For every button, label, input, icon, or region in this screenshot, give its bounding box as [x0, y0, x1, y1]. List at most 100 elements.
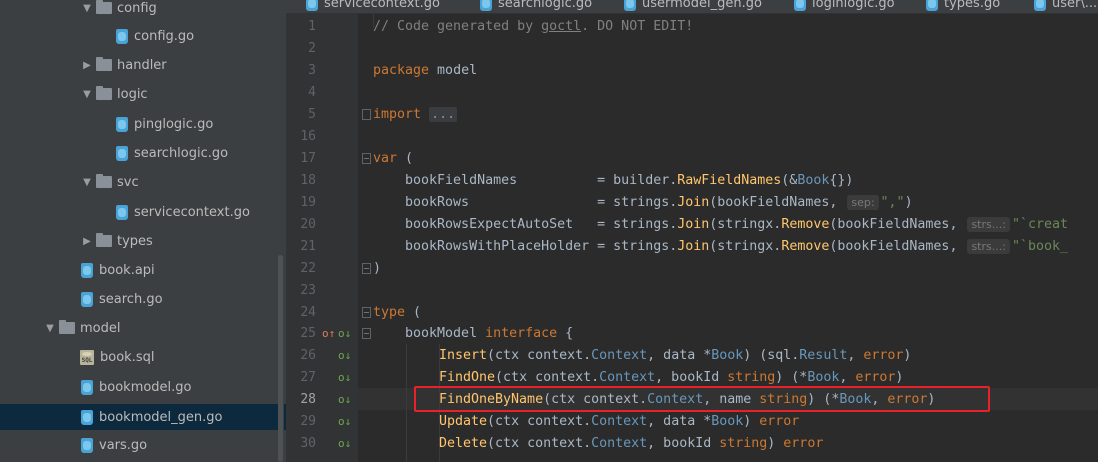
code-line-26[interactable]: Insert(ctx context.Context, data *Book) … — [439, 345, 911, 367]
go-file-icon — [306, 0, 318, 11]
code-line-24[interactable]: type ( — [373, 302, 421, 324]
tree-folder-handler[interactable]: ▶ handler — [0, 54, 286, 76]
line-number: 2 — [308, 41, 316, 56]
code-line-5[interactable]: import ... — [373, 104, 458, 126]
function-call: Remove — [781, 239, 830, 254]
parameter-hint: strs...: — [967, 216, 1010, 232]
tree-folder-config[interactable]: ▼ config — [0, 0, 286, 19]
function-call: Join — [677, 217, 710, 232]
code-line-28[interactable]: FindOneByName(ctx context.Context, name … — [439, 389, 935, 411]
chevron-down-icon[interactable]: ▼ — [43, 323, 57, 334]
code-line-17[interactable]: var ( — [373, 148, 413, 170]
type-ref: Book — [797, 173, 830, 188]
code-line-29[interactable]: Update(ctx context.Context, data *Book) … — [439, 411, 799, 433]
code-text: (ctx context. — [543, 392, 648, 407]
sql-file-icon: SQL — [80, 349, 94, 365]
code-line-25[interactable]: bookModel interface { — [373, 323, 573, 345]
code-line-27[interactable]: FindOne(ctx context.Context, bookId stri… — [439, 367, 903, 389]
tree-file-bookmodel-gen-go[interactable]: bookmodel_gen.go — [0, 404, 286, 430]
code-text: ) — [743, 414, 760, 429]
code-text: (ctx context. — [487, 414, 592, 429]
tree-folder-logic[interactable]: ▼ logic — [0, 83, 286, 105]
folded-imports[interactable]: ... — [429, 107, 458, 122]
code-text: (stringx. — [709, 239, 782, 254]
keyword: var — [373, 151, 398, 166]
implemented-down-icon[interactable]: o↓ — [338, 323, 351, 345]
code-text: bookRowsExpectAutoSet = — [373, 217, 614, 232]
go-file-icon — [1034, 0, 1046, 11]
code-text: (stringx. — [709, 217, 782, 232]
implemented-down-icon[interactable]: o↓ — [338, 345, 351, 367]
tree-file-vars-go[interactable]: vars.go — [0, 434, 286, 456]
tab-searchlogic-go[interactable]: searchlogic.go — [480, 0, 592, 13]
line-number: 30 — [300, 436, 316, 451]
tree-file-servicecontext-go[interactable]: servicecontext.go — [0, 201, 286, 223]
tab-label: types.go — [944, 0, 1001, 11]
tab-usermodel-gen-go[interactable]: usermodel_gen.go — [624, 0, 762, 13]
code-line-1[interactable]: // Code generated by goctl. DO NOT EDIT! — [373, 16, 693, 38]
line-number: 24 — [300, 305, 316, 320]
type-ref: Book — [807, 370, 840, 385]
code-line-21[interactable]: bookRowsWithPlaceHolder = strings.Join(s… — [373, 236, 1068, 258]
chevron-down-icon[interactable]: ▼ — [80, 89, 94, 100]
go-file-icon — [116, 204, 128, 220]
implemented-down-icon[interactable]: o↓ — [338, 433, 351, 455]
project-tree[interactable]: ▼ config config.go ▶ handler ▼ logic pin… — [0, 0, 286, 462]
tree-file-config-go[interactable]: config.go — [0, 25, 286, 47]
code-line-19[interactable]: bookRows = strings.Join(bookFieldNames, … — [373, 192, 913, 214]
tree-folder-model[interactable]: ▼ model — [0, 317, 286, 339]
chevron-right-icon[interactable]: ▶ — [80, 236, 94, 247]
package-ref: strings. — [613, 217, 678, 232]
folder-icon — [96, 86, 112, 100]
tree-folder-types[interactable]: ▶ types — [0, 230, 286, 252]
keyword: import — [373, 107, 422, 122]
keyword: package — [373, 63, 430, 78]
chevron-right-icon[interactable]: ▶ — [80, 60, 94, 71]
tree-file-book-api[interactable]: book.api — [0, 259, 286, 281]
implemented-down-icon[interactable]: o↓ — [338, 389, 351, 411]
go-file-icon — [81, 409, 93, 425]
go-file-icon — [624, 0, 636, 11]
code-editor[interactable]: servicecontext.go searchlogic.go usermod… — [286, 0, 1098, 462]
comment: // Code generated by — [373, 19, 542, 34]
code-line-22[interactable]: ) — [373, 258, 381, 280]
code-text: (ctx context. — [487, 348, 592, 363]
fold-collapse-icon[interactable] — [362, 307, 371, 318]
tree-file-book-sql[interactable]: SQL book.sql — [0, 346, 286, 368]
implemented-down-icon[interactable]: o↓ — [338, 411, 351, 433]
code-text: (bookFieldNames, — [829, 217, 966, 232]
fold-collapse-icon[interactable] — [362, 263, 371, 274]
go-file-icon — [81, 437, 93, 453]
chevron-down-icon[interactable]: ▼ — [80, 3, 94, 14]
line-number: 19 — [300, 195, 316, 210]
fold-expand-icon[interactable] — [362, 109, 371, 120]
code-line-18[interactable]: bookFieldNames = builder.RawFieldNames(&… — [373, 170, 853, 192]
string-literal: "," — [880, 195, 905, 210]
implements-up-icon[interactable]: o↑ — [322, 323, 335, 345]
tab-user-overflow[interactable]: user\... — [1034, 0, 1097, 13]
comment: . DO NOT EDIT! — [581, 19, 694, 34]
fold-collapse-icon[interactable] — [362, 328, 371, 339]
tab-types-go[interactable]: types.go — [926, 0, 1001, 13]
code-text: , bookId — [647, 436, 720, 451]
implemented-down-icon[interactable]: o↓ — [338, 367, 351, 389]
code-line-3[interactable]: package model — [373, 60, 477, 82]
chevron-down-icon[interactable]: ▼ — [80, 177, 94, 188]
type-ref: Book — [711, 348, 744, 363]
go-file-icon — [794, 0, 806, 11]
tree-scrollbar-thumb[interactable] — [278, 255, 283, 462]
tree-file-pinglogic-go[interactable]: pinglogic.go — [0, 113, 286, 135]
tab-loginlogic-go[interactable]: loginlogic.go — [794, 0, 895, 13]
code-line-30[interactable]: Delete(ctx context.Context, bookId strin… — [439, 433, 823, 455]
tree-file-search-go[interactable]: search.go — [0, 288, 286, 310]
tree-file-searchlogic-go[interactable]: searchlogic.go — [0, 142, 286, 164]
tree-folder-svc[interactable]: ▼ svc — [0, 171, 286, 193]
go-file-icon — [116, 116, 128, 132]
type-builtin: error — [759, 414, 800, 429]
fold-collapse-icon[interactable] — [362, 153, 371, 164]
code-line-20[interactable]: bookRowsExpectAutoSet = strings.Join(str… — [373, 214, 1068, 236]
tree-file-bookmodel-go[interactable]: bookmodel.go — [0, 376, 286, 398]
tab-servicecontext-go[interactable]: servicecontext.go — [306, 0, 440, 13]
code-text: bookRows = — [373, 195, 614, 210]
package-ref: strings. — [613, 239, 678, 254]
